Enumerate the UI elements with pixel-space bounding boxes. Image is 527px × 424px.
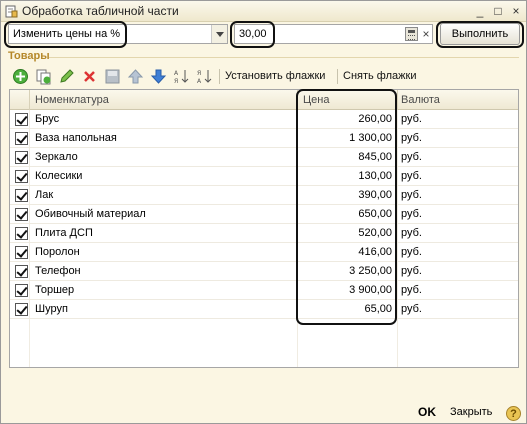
row-currency: руб. xyxy=(401,189,422,201)
row-currency: руб. xyxy=(401,227,422,239)
clear-icon[interactable]: × xyxy=(420,26,432,42)
row-price: 3 250,00 xyxy=(349,265,392,277)
row-price: 416,00 xyxy=(358,246,392,258)
table-row[interactable]: Торшер 3 900,00 руб. xyxy=(10,281,518,300)
column-header-price[interactable]: Цена xyxy=(303,94,329,106)
percent-input[interactable]: 30,00 × xyxy=(234,24,433,44)
row-checkbox[interactable] xyxy=(15,189,28,202)
row-name: Плита ДСП xyxy=(35,227,93,239)
row-currency: руб. xyxy=(401,303,422,315)
row-price: 3 900,00 xyxy=(349,284,392,296)
row-currency: руб. xyxy=(401,265,422,277)
table-row[interactable]: Брус 260,00 руб. xyxy=(10,110,518,129)
table-row[interactable]: Телефон 3 250,00 руб. xyxy=(10,262,518,281)
row-checkbox[interactable] xyxy=(15,113,28,126)
percent-value: 30,00 xyxy=(239,28,267,40)
row-price: 650,00 xyxy=(358,208,392,220)
row-checkbox[interactable] xyxy=(15,303,28,316)
row-checkbox[interactable] xyxy=(15,132,28,145)
table-header: Номенклатура Цена Валюта xyxy=(10,90,518,110)
row-currency: руб. xyxy=(401,170,422,182)
table-row[interactable]: Ваза напольная 1 300,00 руб. xyxy=(10,129,518,148)
move-down-icon[interactable] xyxy=(150,68,167,85)
row-checkbox[interactable] xyxy=(15,265,28,278)
table-row[interactable]: Поролон 416,00 руб. xyxy=(10,243,518,262)
table-row[interactable]: Плита ДСП 520,00 руб. xyxy=(10,224,518,243)
row-name: Колесики xyxy=(35,170,83,182)
set-flags-button[interactable]: Установить флажки xyxy=(225,70,325,82)
svg-text:Я: Я xyxy=(174,78,178,85)
save-icon[interactable] xyxy=(104,68,121,85)
svg-text:A: A xyxy=(197,78,202,85)
svg-text:A: A xyxy=(174,70,179,77)
table-toolbar: A Я Я A Установить флажки Снять флажки xyxy=(9,67,519,87)
window-title: Обработка табличной части xyxy=(22,4,179,18)
row-price: 260,00 xyxy=(358,113,392,125)
row-checkbox[interactable] xyxy=(15,208,28,221)
row-checkbox[interactable] xyxy=(15,170,28,183)
form-icon xyxy=(5,5,18,18)
footer-bar: OK Закрыть xyxy=(1,399,526,423)
row-checkbox[interactable] xyxy=(15,227,28,240)
add-icon[interactable] xyxy=(12,68,29,85)
minimize-button[interactable]: _ xyxy=(473,4,487,18)
row-name: Ваза напольная xyxy=(35,132,117,144)
title-bar[interactable]: Обработка табличной части _ □ × xyxy=(1,1,526,22)
goods-table[interactable]: Номенклатура Цена Валюта Брус 260,00 руб. В… xyxy=(9,89,519,368)
edit-icon[interactable] xyxy=(58,68,75,85)
chevron-down-icon[interactable] xyxy=(211,25,227,43)
table-row[interactable]: Зеркало 845,00 руб. xyxy=(10,148,518,167)
table-row[interactable]: Шуруп 65,00 руб. xyxy=(10,300,518,319)
table-row[interactable]: Лак 390,00 руб. xyxy=(10,186,518,205)
operation-select[interactable]: Изменить цены на % xyxy=(8,24,228,44)
clear-flags-button[interactable]: Снять флажки xyxy=(343,70,416,82)
sort-desc-icon[interactable]: Я A xyxy=(196,68,213,85)
row-checkbox[interactable] xyxy=(15,284,28,297)
row-currency: руб. xyxy=(401,132,422,144)
section-divider xyxy=(49,57,519,58)
row-currency: руб. xyxy=(401,208,422,220)
row-name: Лак xyxy=(35,189,54,201)
column-header-name[interactable]: Номенклатура xyxy=(35,94,109,106)
row-checkbox[interactable] xyxy=(15,151,28,164)
move-up-icon[interactable] xyxy=(127,68,144,85)
row-checkbox[interactable] xyxy=(15,246,28,259)
table-row[interactable]: Колесики 130,00 руб. xyxy=(10,167,518,186)
svg-text:Я: Я xyxy=(197,70,201,77)
row-price: 65,00 xyxy=(364,303,392,315)
row-name: Шуруп xyxy=(35,303,68,315)
ok-button[interactable]: OK xyxy=(418,405,436,419)
operation-value: Изменить цены на % xyxy=(13,28,121,40)
row-currency: руб. xyxy=(401,246,422,258)
row-price: 1 300,00 xyxy=(349,132,392,144)
delete-icon[interactable] xyxy=(81,68,98,85)
row-name: Обивочный материал xyxy=(35,208,146,220)
row-currency: руб. xyxy=(401,151,422,163)
copy-icon[interactable] xyxy=(35,68,52,85)
row-name: Поролон xyxy=(35,246,80,258)
row-currency: руб. xyxy=(401,113,422,125)
main-window: Обработка табличной части _ □ × Изменить… xyxy=(0,0,527,424)
row-currency: руб. xyxy=(401,284,422,296)
row-name: Телефон xyxy=(35,265,81,277)
maximize-button[interactable]: □ xyxy=(491,4,505,18)
run-button[interactable]: Выполнить xyxy=(440,23,520,45)
close-form-button[interactable]: Закрыть xyxy=(450,406,492,418)
close-button[interactable]: × xyxy=(509,4,523,18)
sort-asc-icon[interactable]: A Я xyxy=(173,68,190,85)
column-header-currency[interactable]: Валюта xyxy=(401,94,440,106)
table-row[interactable]: Обивочный материал 650,00 руб. xyxy=(10,205,518,224)
row-price: 130,00 xyxy=(358,170,392,182)
row-name: Торшер xyxy=(35,284,75,296)
row-price: 520,00 xyxy=(358,227,392,239)
toolbar-separator xyxy=(337,69,338,84)
help-icon[interactable]: ? xyxy=(506,406,521,421)
toolbar-separator xyxy=(219,69,220,84)
row-price: 390,00 xyxy=(358,189,392,201)
section-title: Товары xyxy=(8,50,50,62)
row-name: Зеркало xyxy=(35,151,78,163)
calculator-icon[interactable] xyxy=(405,27,418,41)
row-name: Брус xyxy=(35,113,60,125)
row-price: 845,00 xyxy=(358,151,392,163)
